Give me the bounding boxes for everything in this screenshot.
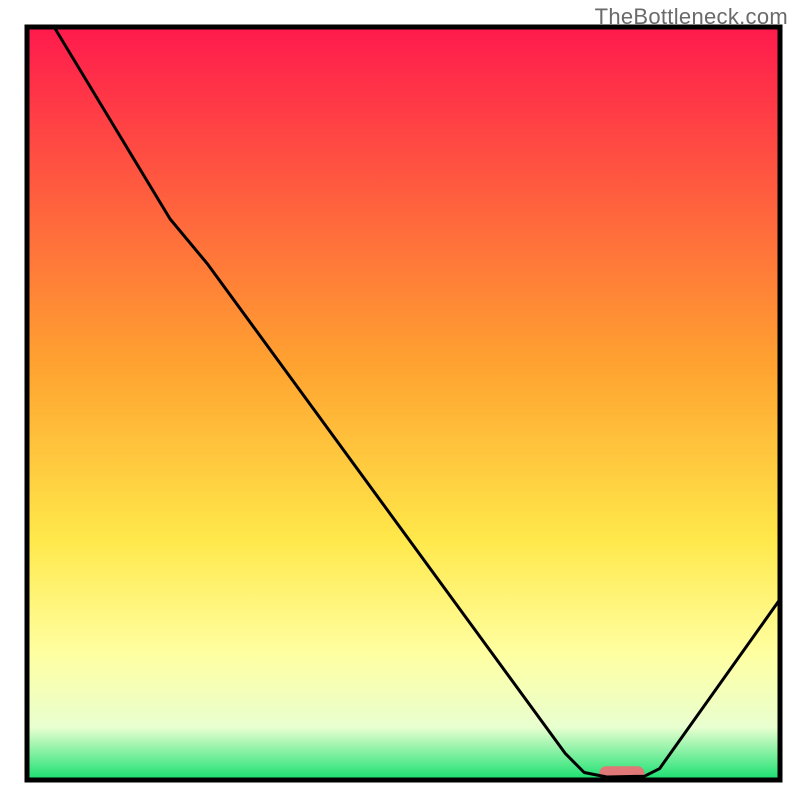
watermark-text: TheBottleneck.com	[595, 4, 788, 30]
chart-svg	[0, 0, 800, 800]
bottleneck-chart: TheBottleneck.com	[0, 0, 800, 800]
plot-background	[27, 27, 780, 780]
